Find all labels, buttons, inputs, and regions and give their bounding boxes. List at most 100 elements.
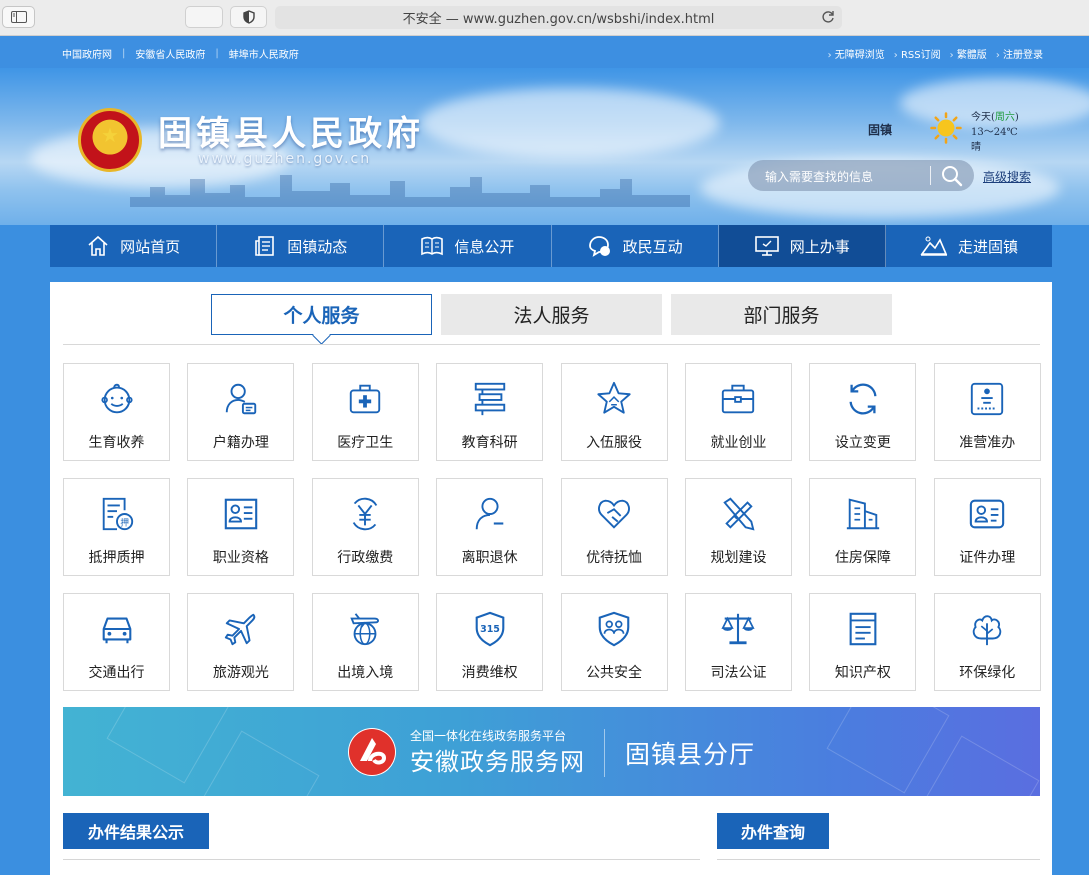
landscape-icon (920, 236, 948, 256)
service-item[interactable]: 押 抵押质押 (63, 478, 170, 576)
query-section-title[interactable]: 办件查询 (717, 813, 829, 849)
service-label: 消费维权 (461, 665, 518, 681)
service-label: 户籍办理 (212, 435, 269, 451)
shield-315-icon: 315 (475, 611, 505, 647)
service-label: 公共安全 (586, 665, 643, 681)
service-label: 交通出行 (88, 665, 145, 681)
cloud-decoration (420, 88, 720, 158)
service-item[interactable]: 交通出行 (63, 593, 170, 691)
service-item[interactable]: 315 消费维权 (436, 593, 544, 691)
shield-icon (242, 10, 255, 24)
service-item[interactable]: 就业创业 (684, 363, 792, 461)
platform-banner[interactable]: 全国一体化在线政务服务平台 安徽政务服务网 固镇县分厅 (63, 707, 1040, 796)
tab-department-services[interactable]: 部门服务 (671, 294, 892, 335)
trees-icon (973, 615, 1002, 646)
service-item[interactable]: 户籍办理 (187, 363, 295, 461)
divider (604, 729, 605, 777)
medical-kit-icon (350, 384, 381, 414)
tab-legal-entity-services[interactable]: 法人服务 (441, 294, 662, 335)
search-icon[interactable] (940, 164, 964, 188)
plane-globe-icon (350, 613, 380, 646)
privacy-button[interactable] (230, 6, 267, 28)
document-icon (849, 612, 877, 646)
service-label: 优待抚恤 (586, 550, 643, 566)
nav-item-info-disclosure[interactable]: 信息公开 (384, 225, 552, 267)
nav-item-news[interactable]: 固镇动态 (217, 225, 385, 267)
nav-item-label: 走进固镇 (957, 237, 1018, 256)
link-gov-cn[interactable]: 中国政府网 (62, 46, 112, 61)
service-item[interactable]: 职业资格 (187, 478, 295, 576)
nav-item-about-guzhen[interactable]: 走进固镇 (886, 225, 1052, 267)
reload-icon[interactable] (820, 9, 836, 25)
service-item[interactable]: 出境入境 (311, 593, 419, 691)
search-divider (930, 166, 931, 185)
address-bar[interactable]: 不安全 — www.guzhen.gov.cn/wsbshi/index.htm… (275, 6, 842, 29)
divider: | (122, 48, 126, 59)
link-anhui-gov[interactable]: 安徽省人民政府 (135, 46, 205, 61)
link-accessibility[interactable]: 无障碍浏览 (828, 46, 885, 61)
sidebar-icon (10, 11, 27, 23)
link-bengbu-gov[interactable]: 蚌埠市人民政府 (229, 46, 299, 61)
service-item[interactable]: 准营准办 (933, 363, 1041, 461)
service-item[interactable]: 离职退休 (436, 478, 544, 576)
weather-condition: 晴 (971, 142, 981, 153)
service-item[interactable]: 证件办理 (933, 478, 1041, 576)
sidebar-toggle-button[interactable] (2, 6, 35, 28)
service-label: 司法公证 (710, 665, 767, 681)
service-item[interactable]: 入伍服役 (560, 363, 668, 461)
advanced-search-link[interactable]: 高级搜索 (983, 168, 1031, 185)
service-label: 离职退休 (461, 550, 518, 566)
service-item[interactable]: 设立变更 (809, 363, 917, 461)
service-item[interactable]: 住房保障 (809, 478, 917, 576)
hexagon-decoration (916, 735, 1040, 796)
link-register-login[interactable]: 注册登录 (996, 46, 1043, 61)
nav-item-home[interactable]: 网站首页 (50, 225, 218, 267)
search-box[interactable]: 输入需要查找的信息 (748, 160, 974, 191)
search-input[interactable]: 输入需要查找的信息 (765, 168, 873, 185)
ruler-pencil-icon (723, 497, 755, 531)
skyline-decoration (130, 175, 690, 207)
url-text: 不安全 — www.guzhen.gov.cn/wsbshi/index.htm… (402, 12, 715, 27)
service-label: 环保绿化 (959, 665, 1016, 681)
weather-temp: 13～24℃ (971, 127, 1018, 138)
monitor-icon (754, 236, 779, 256)
nav-item-label: 网上办事 (789, 237, 850, 256)
nav-item-label: 政民互动 (622, 237, 683, 256)
service-item[interactable]: 行政缴费 (311, 478, 419, 576)
service-item[interactable]: 司法公证 (684, 593, 792, 691)
mortgage-icon: 押 (102, 497, 133, 531)
weather-weekday: 周六 (994, 112, 1015, 123)
svg-text:315: 315 (480, 624, 500, 635)
service-label: 设立变更 (834, 435, 891, 451)
service-item[interactable]: 公共安全 (560, 593, 668, 691)
service-item[interactable]: 优待抚恤 (560, 478, 668, 576)
service-item[interactable]: 医疗卫生 (311, 363, 419, 461)
nav-item-interaction[interactable]: 政民互动 (552, 225, 719, 267)
service-label: 医疗卫生 (337, 435, 394, 451)
service-item[interactable]: 教育科研 (436, 363, 544, 461)
tab-divider (63, 344, 1040, 345)
tab-personal-services[interactable]: 个人服务 (211, 294, 432, 335)
scales-icon (721, 613, 756, 645)
site-title[interactable]: 固镇县人民政府 (158, 106, 424, 155)
extension-button[interactable] (185, 6, 223, 28)
service-item[interactable]: 生育收养 (63, 363, 170, 461)
nav-item-label: 网站首页 (120, 237, 181, 256)
link-rss[interactable]: RSS订阅 (894, 46, 941, 61)
link-traditional[interactable]: 繁體版 (950, 46, 987, 61)
home-icon (88, 235, 108, 256)
hexagon-decoration (106, 707, 230, 784)
service-label: 行政缴费 (337, 550, 394, 566)
hexagon-decoration (826, 707, 950, 794)
nav-item-online-services[interactable]: 网上办事 (718, 225, 886, 267)
education-icon (474, 382, 505, 416)
service-item[interactable]: 旅游观光 (187, 593, 295, 691)
service-item[interactable]: 规划建设 (684, 478, 792, 576)
service-item[interactable]: 环保绿化 (933, 593, 1041, 691)
service-label: 就业创业 (710, 435, 767, 451)
results-section-title[interactable]: 办件结果公示 (63, 813, 209, 849)
weather-day: 今天(周六) (971, 112, 1019, 123)
car-icon (102, 617, 131, 644)
service-item[interactable]: 知识产权 (809, 593, 917, 691)
briefcase-icon (722, 384, 755, 414)
